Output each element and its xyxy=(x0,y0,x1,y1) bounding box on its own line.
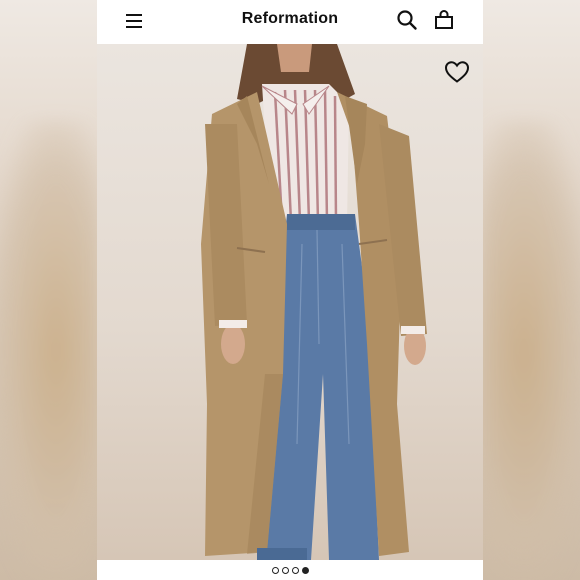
carousel-dot[interactable] xyxy=(271,566,279,574)
model-in-camel-coat-illustration xyxy=(201,44,427,560)
search-icon[interactable] xyxy=(396,9,418,31)
brand-logo[interactable]: Reformation xyxy=(97,10,483,28)
app-screen: Reformation xyxy=(97,0,483,580)
heart-outline-icon[interactable] xyxy=(444,60,470,84)
product-image[interactable] xyxy=(97,44,483,560)
blurred-coat-right xyxy=(480,120,580,580)
hamburger-menu-icon[interactable] xyxy=(125,11,145,31)
carousel-dot[interactable] xyxy=(281,566,289,574)
carousel-dot-active[interactable] xyxy=(301,566,309,574)
blurred-coat-left xyxy=(0,120,100,580)
image-carousel-indicator xyxy=(97,562,483,578)
shopping-bag-icon[interactable] xyxy=(433,9,455,31)
top-navigation-bar: Reformation xyxy=(97,0,483,44)
carousel-dot[interactable] xyxy=(291,566,299,574)
